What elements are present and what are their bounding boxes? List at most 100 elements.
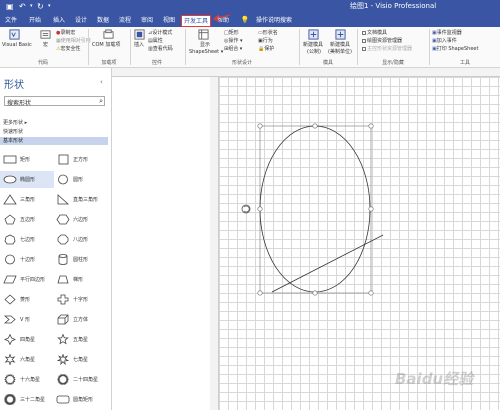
shape-item[interactable]: 圆柱形: [53, 251, 107, 268]
shape-item[interactable]: 梯形: [53, 271, 107, 288]
redo-icon[interactable]: ↻: [37, 2, 44, 11]
add-event-button[interactable]: ▣加入事件: [432, 38, 457, 45]
shape-label: 立方体: [73, 317, 89, 323]
shape-label: 六角星: [20, 357, 36, 363]
shape-item[interactable]: 立方体: [53, 311, 107, 328]
shapesheet-dropdown[interactable]: ShapeSheet ▾: [189, 49, 223, 56]
tab-process[interactable]: 流程: [118, 15, 132, 27]
tab-design[interactable]: 设计: [74, 15, 88, 27]
behavior-button[interactable]: ▣行为: [258, 38, 273, 45]
shape-item[interactable]: 椭圆形: [0, 171, 54, 188]
combine-dropdown[interactable]: ⊞组合 ▾: [224, 46, 242, 53]
properties-button[interactable]: ▤属性: [148, 38, 163, 45]
shape-item[interactable]: 七角星: [53, 351, 107, 368]
shape-item[interactable]: 二十四角星: [53, 371, 107, 388]
shape-item[interactable]: 三角形: [0, 191, 54, 208]
save-icon[interactable]: ▣: [6, 2, 14, 11]
shape-item[interactable]: 菱形: [0, 291, 54, 308]
shape-item[interactable]: 圆角矩形: [53, 391, 107, 408]
basic-shapes-stencil[interactable]: 基本形状: [0, 137, 108, 145]
insert-control-button[interactable]: 插入: [134, 42, 144, 49]
shapesheet-icon: [198, 29, 209, 40]
shape-item[interactable]: 三十二角星: [0, 391, 54, 408]
star5-shape-icon: [57, 334, 69, 345]
macros-button[interactable]: 宏: [43, 42, 48, 49]
protection-button[interactable]: 🔒保护: [258, 46, 274, 53]
relative-reference-button[interactable]: ▦使用相对引用: [56, 38, 91, 45]
undo-icon[interactable]: ↶: [19, 2, 26, 11]
tab-view[interactable]: 视图: [162, 15, 176, 27]
tab-file[interactable]: 文件: [4, 15, 18, 27]
operations-dropdown[interactable]: ◎操作 ▾: [224, 38, 242, 45]
insert-control-icon: [134, 29, 145, 40]
show-shapesheet-button[interactable]: 显示: [200, 42, 210, 49]
shape-item[interactable]: 正方形: [53, 151, 107, 168]
shape-item[interactable]: 十六角星: [0, 371, 54, 388]
circle-shape-icon: [58, 174, 68, 185]
document-stencil-checkbox[interactable]: 文档模具: [362, 30, 387, 37]
tab-help[interactable]: 帮助: [216, 15, 230, 27]
tab-data[interactable]: 数据: [96, 15, 110, 27]
shape-item[interactable]: V 形: [0, 311, 54, 328]
shape-item[interactable]: 六角星: [0, 351, 54, 368]
shape-label: 三角形: [20, 197, 36, 203]
tell-me-search[interactable]: 操作说明搜索: [252, 15, 296, 27]
visual-basic-button[interactable]: Visual Basic: [2, 42, 32, 49]
shape-item[interactable]: 八边形: [53, 231, 107, 248]
group-addins: COM 加载项 加载项: [89, 28, 129, 67]
customize-toolbar-icon[interactable]: ▾: [48, 2, 51, 11]
new-stencil-metric-icon: [308, 29, 319, 40]
shape-label: 正方形: [73, 157, 89, 163]
shape-label: 十字形: [73, 297, 89, 303]
shape-item[interactable]: 五边形: [0, 211, 54, 228]
group-show-hide: 文档模具 绘图资源管理器 主控形状资源管理器 显示/隐藏: [358, 28, 428, 67]
com-addins-button[interactable]: COM 加载项: [92, 42, 120, 49]
cyl-shape-icon: [58, 254, 68, 265]
shape-item[interactable]: 十边形: [0, 251, 54, 268]
rrect-shape-icon: [56, 395, 70, 404]
print-shapesheet-button[interactable]: ▣打印 ShapeSheet: [432, 46, 478, 53]
drawing-page[interactable]: [219, 77, 500, 410]
shape-item[interactable]: 平行四边形: [0, 271, 54, 288]
more-shapes-item[interactable]: 更多形状 ▸: [3, 119, 27, 126]
rectangle-tool[interactable]: □矩形: [224, 30, 239, 37]
undo-dropdown-icon[interactable]: ▾: [30, 2, 33, 11]
shape-name-button[interactable]: ▭形状名: [258, 30, 278, 37]
tab-review[interactable]: 审阅: [140, 15, 154, 27]
trap-shape-icon: [57, 275, 69, 284]
cube-shape-icon: [57, 314, 69, 325]
tab-insert[interactable]: 插入: [52, 15, 66, 27]
search-shapes-input[interactable]: 搜索形状 ⌕: [4, 96, 105, 107]
shape-item[interactable]: 七边形: [0, 231, 54, 248]
event-monitor-button[interactable]: ▣事件监视器: [432, 30, 462, 37]
shapes-panel-title: 形状: [4, 80, 24, 91]
shape-item[interactable]: 四角星: [0, 331, 54, 348]
hept-shape-icon: [4, 234, 16, 245]
shape-item[interactable]: 五角星: [53, 331, 107, 348]
new-stencil-us-button[interactable]: 新建模具: [330, 42, 350, 49]
oct-shape-icon: [57, 234, 69, 245]
record-macro-button[interactable]: ●录制宏: [56, 30, 75, 37]
shape-item[interactable]: 圆形: [53, 171, 107, 188]
new-stencil-us-icon: [335, 29, 346, 40]
shape-item[interactable]: 直角三角形: [53, 191, 107, 208]
watermark: Baidu经验: [395, 370, 474, 388]
view-code-button[interactable]: ▥查看代码: [148, 46, 173, 53]
shape-label: 菱形: [20, 297, 31, 303]
star16-shape-icon: [4, 374, 16, 385]
shape-item[interactable]: 六边形: [53, 211, 107, 228]
shape-item[interactable]: 十字形: [53, 291, 107, 308]
quick-shapes-item[interactable]: 快速形状: [3, 128, 23, 135]
ribbon: Visual Basic 宏 ●录制宏 ▦使用相对引用 ⚠宏安全性 代码 COM…: [0, 27, 500, 68]
search-icon[interactable]: ⌕: [99, 97, 103, 106]
macro-security-button[interactable]: ⚠宏安全性: [56, 46, 81, 53]
star32-shape-icon: [3, 394, 17, 405]
master-explorer-checkbox[interactable]: 主控形状资源管理器: [362, 46, 412, 53]
collapse-panel-icon[interactable]: ‹: [100, 78, 103, 86]
drawing-explorer-checkbox[interactable]: 绘图资源管理器: [362, 38, 402, 45]
tab-developer[interactable]: 开发工具: [181, 15, 211, 27]
design-mode-button[interactable]: ⊿设计模式: [148, 30, 172, 37]
tab-home[interactable]: 开始: [28, 15, 42, 27]
new-stencil-metric-button[interactable]: 新建模具: [303, 42, 323, 49]
shape-item[interactable]: 矩形: [0, 151, 54, 168]
